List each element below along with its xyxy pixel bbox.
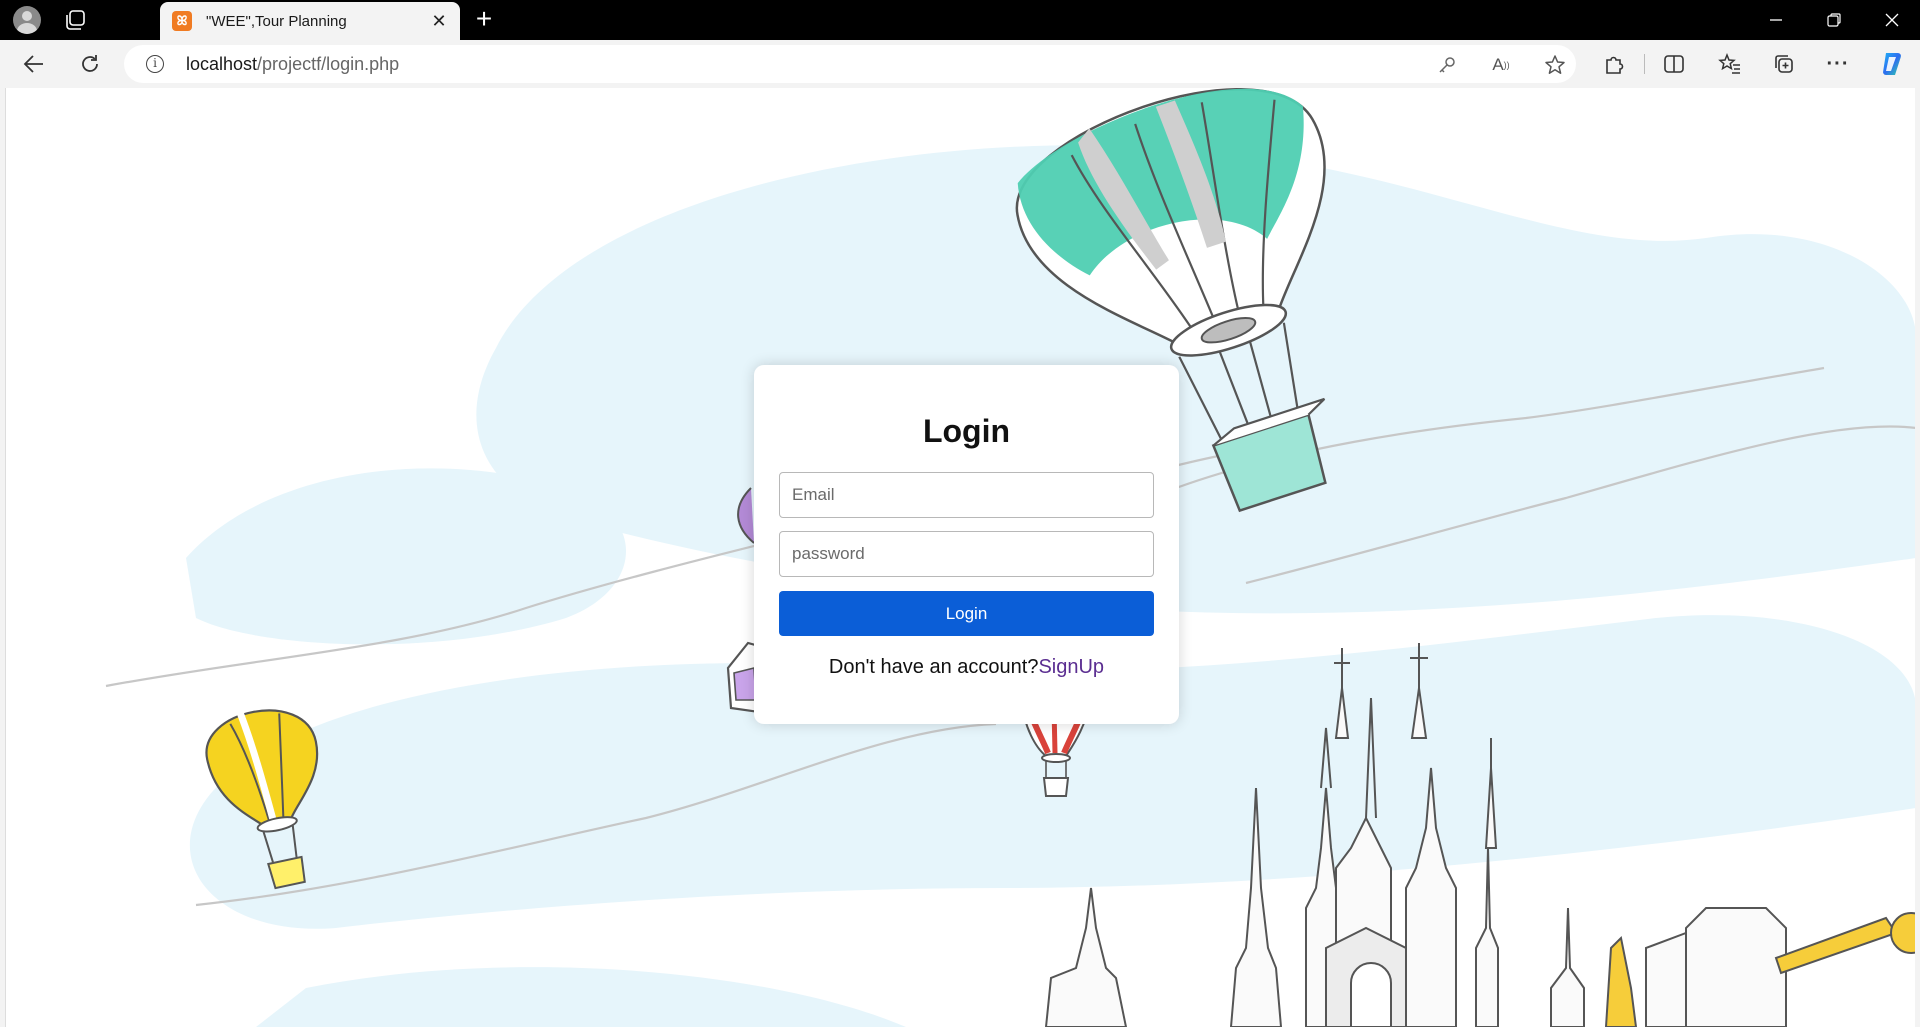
page-viewport: Login Login Don't have an account?SignUp — [5, 88, 1915, 1027]
tab-title: "WEE",Tour Planning — [206, 12, 347, 30]
copilot-icon[interactable] — [1876, 48, 1908, 80]
toolbar-divider — [1644, 54, 1645, 74]
favorite-star-icon[interactable] — [1542, 52, 1568, 78]
close-window-icon[interactable] — [1864, 0, 1920, 40]
login-button[interactable]: Login — [779, 591, 1154, 636]
profile-avatar-button[interactable] — [12, 6, 42, 34]
xampp-favicon-icon: ꕤ — [172, 11, 192, 31]
minimize-icon[interactable] — [1748, 0, 1804, 40]
url-path: /projectf/login.php — [257, 54, 400, 74]
signup-prompt-text: Don't have an account? — [828, 656, 1039, 678]
password-input[interactable] — [779, 531, 1154, 577]
split-screen-icon[interactable] — [1658, 48, 1690, 80]
refresh-icon[interactable] — [74, 48, 106, 80]
signup-prompt: Don't have an account?SignUp — [754, 656, 1179, 679]
password-key-icon[interactable] — [1434, 52, 1460, 78]
site-info-icon[interactable]: i — [146, 55, 164, 73]
tab-close-icon[interactable]: ✕ — [424, 6, 454, 36]
address-url[interactable]: localhost/projectf/login.php — [186, 54, 399, 75]
email-input[interactable] — [779, 472, 1154, 518]
profile-icon — [13, 6, 41, 34]
favorites-icon[interactable] — [1714, 48, 1746, 80]
collections-icon[interactable] — [1768, 48, 1800, 80]
login-heading: Login — [922, 413, 1011, 449]
new-tab-icon[interactable]: + — [470, 5, 498, 34]
title-bar: ꕤ "WEE",Tour Planning ✕ + — [0, 0, 1920, 40]
url-host: localhost — [186, 54, 258, 74]
tab-actions-icon[interactable] — [64, 9, 88, 31]
restore-icon[interactable] — [1806, 0, 1862, 40]
address-bar[interactable]: i localhost/projectf/login.php A)) — [124, 45, 1576, 83]
read-aloud-icon[interactable]: A)) — [1488, 52, 1514, 78]
tab-active[interactable]: ꕤ "WEE",Tour Planning ✕ — [160, 2, 460, 40]
more-menu-icon[interactable]: ··· — [1822, 48, 1854, 80]
browser-toolbar: i localhost/projectf/login.php A)) ··· — [0, 40, 1920, 88]
extensions-icon[interactable] — [1598, 48, 1630, 80]
back-arrow-icon[interactable] — [18, 48, 50, 80]
signup-link[interactable]: SignUp — [1038, 656, 1104, 678]
login-card: Login Login Don't have an account?SignUp — [754, 365, 1179, 724]
